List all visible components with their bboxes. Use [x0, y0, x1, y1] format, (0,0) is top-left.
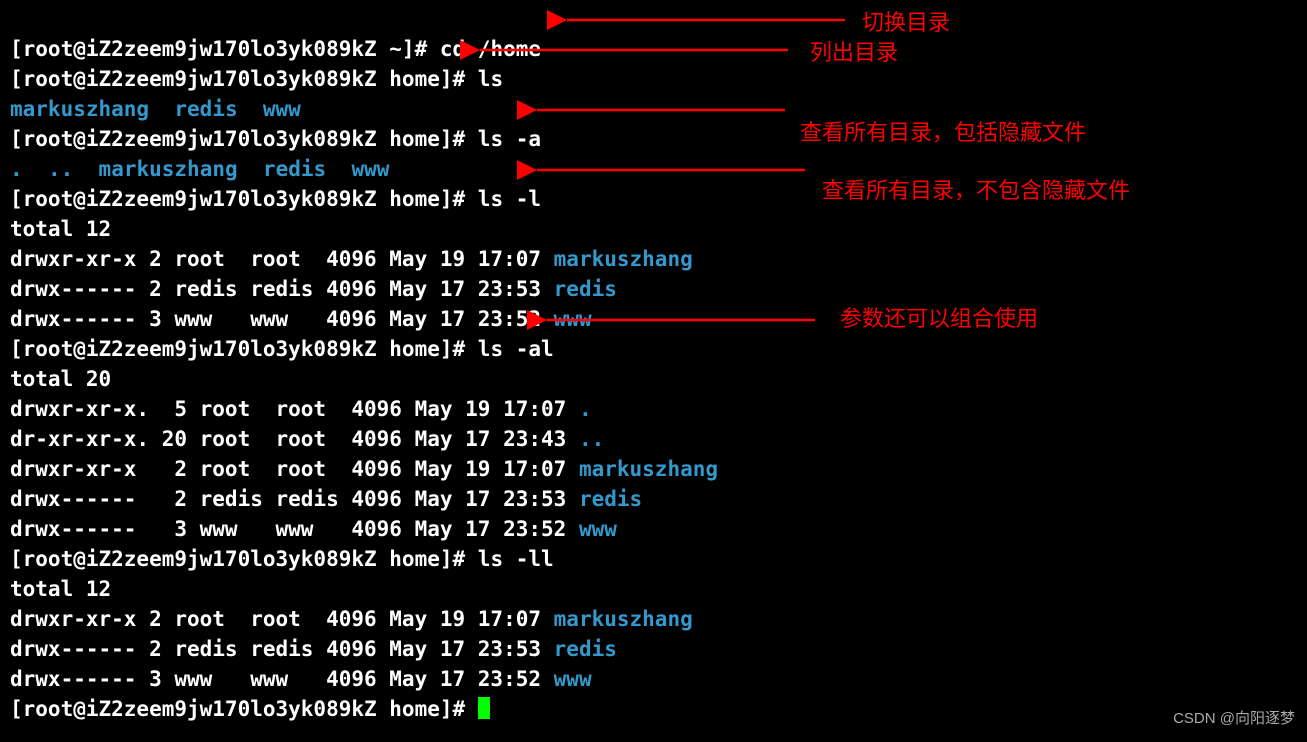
dir: redis: [554, 637, 617, 661]
cmd-lsl: ls -l: [478, 187, 541, 211]
prompt: [root@iZ2zeem9jw170lo3yk089kZ ~]#: [10, 37, 440, 61]
row: drwxr-xr-x 2 root root 4096 May 19 17:07: [10, 607, 554, 631]
terminal-output: [root@iZ2zeem9jw170lo3yk089kZ ~]# cd /ho…: [0, 0, 1307, 734]
watermark: CSDN @向阳逐梦: [1173, 704, 1295, 734]
dir: markuszhang: [10, 97, 149, 121]
row: drwx------ 3 www www 4096 May 17 23:52: [10, 517, 579, 541]
dir: ..: [579, 427, 604, 451]
prompt: [root@iZ2zeem9jw170lo3yk089kZ home]#: [10, 187, 478, 211]
cmd-cd: cd /home: [440, 37, 541, 61]
row: drwx------ 2 redis redis 4096 May 17 23:…: [10, 637, 554, 661]
dir: www: [351, 157, 389, 181]
prompt: [root@iZ2zeem9jw170lo3yk089kZ home]#: [10, 67, 478, 91]
prompt: [root@iZ2zeem9jw170lo3yk089kZ home]#: [10, 697, 478, 721]
prompt: [root@iZ2zeem9jw170lo3yk089kZ home]#: [10, 127, 478, 151]
dir: redis: [554, 277, 617, 301]
dir: .: [579, 397, 592, 421]
cmd-lsll: ls -ll: [478, 547, 554, 571]
dir: markuszhang: [579, 457, 718, 481]
total: total 12: [10, 217, 111, 241]
dir: redis: [174, 97, 237, 121]
dir: www: [263, 97, 301, 121]
cmd-lsal: ls -al: [478, 337, 554, 361]
row: drwx------ 2 redis redis 4096 May 17 23:…: [10, 277, 554, 301]
prompt: [root@iZ2zeem9jw170lo3yk089kZ home]#: [10, 337, 478, 361]
cmd-ls: ls: [478, 67, 503, 91]
dir: www: [554, 667, 592, 691]
prompt: [root@iZ2zeem9jw170lo3yk089kZ home]#: [10, 547, 478, 571]
row: drwxr-xr-x 2 root root 4096 May 19 17:07: [10, 457, 579, 481]
cmd-lsa: ls -a: [478, 127, 541, 151]
row: drwxr-xr-x 2 root root 4096 May 19 17:07: [10, 247, 554, 271]
row: drwxr-xr-x. 5 root root 4096 May 19 17:0…: [10, 397, 579, 421]
row: dr-xr-xr-x. 20 root root 4096 May 17 23:…: [10, 427, 579, 451]
dir: redis: [263, 157, 326, 181]
dir: markuszhang: [554, 607, 693, 631]
dir: ..: [48, 157, 73, 181]
dir: redis: [579, 487, 642, 511]
dir: www: [579, 517, 617, 541]
cursor[interactable]: [478, 697, 490, 719]
total: total 20: [10, 367, 111, 391]
dir: .: [10, 157, 23, 181]
dir: markuszhang: [554, 247, 693, 271]
total: total 12: [10, 577, 111, 601]
dir: www: [554, 307, 592, 331]
row: drwx------ 2 redis redis 4096 May 17 23:…: [10, 487, 579, 511]
row: drwx------ 3 www www 4096 May 17 23:52: [10, 307, 554, 331]
row: drwx------ 3 www www 4096 May 17 23:52: [10, 667, 554, 691]
dir: markuszhang: [99, 157, 238, 181]
